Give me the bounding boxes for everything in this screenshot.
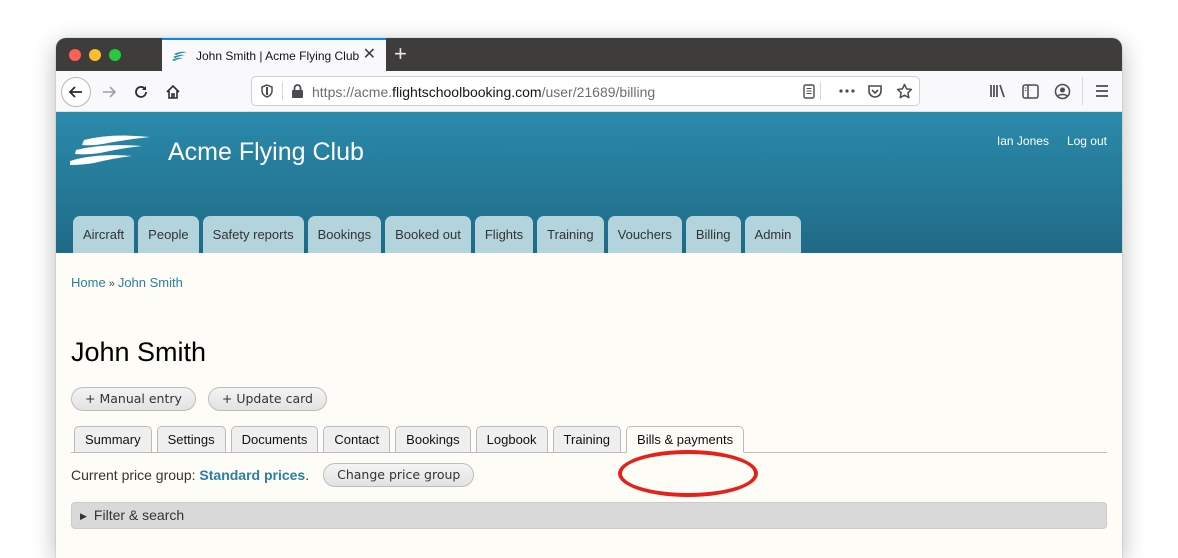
filter-search-label: Filter & search <box>93 507 185 523</box>
toolbar-divider <box>1082 77 1083 105</box>
zoom-window-button[interactable] <box>109 49 121 61</box>
url-text[interactable]: https://acme.flightschoolbooking.com/use… <box>312 84 655 100</box>
main-navigation: Aircraft People Safety reports Bookings … <box>73 216 802 253</box>
filter-search-toggle[interactable]: ▶ Filter & search <box>71 502 1107 529</box>
minimize-window-button[interactable] <box>89 49 101 61</box>
browser-window: John Smith | Acme Flying Club ✕ + https:… <box>56 38 1122 558</box>
more-actions-icon[interactable] <box>838 82 856 100</box>
site-title[interactable]: Acme Flying Club <box>168 138 364 167</box>
change-price-group-button[interactable]: Change price group <box>323 463 475 487</box>
price-group-label: Current price group: <box>71 467 196 483</box>
pocket-icon[interactable] <box>866 82 884 100</box>
back-button[interactable] <box>61 77 91 107</box>
subtab-documents[interactable]: Documents <box>230 426 319 452</box>
url-divider <box>820 82 821 100</box>
red-highlight-ellipse <box>618 450 758 497</box>
reload-icon <box>135 86 147 98</box>
page-title: John Smith <box>71 337 207 367</box>
nav-tab-people[interactable]: People <box>138 216 199 253</box>
page-content: Home» John Smith John Smith + Manual entr… <box>56 253 1122 558</box>
subtab-contact[interactable]: Contact <box>323 426 391 452</box>
manual-entry-button[interactable]: + Manual entry <box>71 387 196 411</box>
browser-toolbar: https://acme.flightschoolbooking.com/use… <box>56 71 1122 112</box>
site-favicon-icon <box>172 51 187 61</box>
forward-button[interactable] <box>94 77 124 107</box>
forward-arrow-icon <box>103 86 117 98</box>
nav-tab-admin[interactable]: Admin <box>744 216 802 253</box>
subtab-bills-payments[interactable]: Bills & payments <box>626 426 745 453</box>
nav-tab-bookings[interactable]: Bookings <box>307 216 382 253</box>
reader-view-icon[interactable] <box>800 82 818 100</box>
nav-tab-flights[interactable]: Flights <box>474 216 534 253</box>
breadcrumb-home-link[interactable]: Home <box>71 275 106 290</box>
url-path: /user/21689/billing <box>541 84 656 100</box>
action-buttons: + Manual entry + Update card <box>71 387 327 411</box>
hamburger-menu-icon[interactable] <box>1092 81 1112 101</box>
url-host: flightschoolbooking.com <box>392 84 542 100</box>
reload-button[interactable] <box>126 77 156 107</box>
club-logo-icon[interactable] <box>70 134 152 166</box>
subtab-summary[interactable]: Summary <box>74 426 152 452</box>
library-icon[interactable] <box>988 81 1008 101</box>
subtab-logbook[interactable]: Logbook <box>475 426 548 452</box>
subtab-settings[interactable]: Settings <box>156 426 226 452</box>
site-header: Acme Flying Club Ian Jones Log out Aircr… <box>56 112 1122 253</box>
user-subtabs: Summary Settings Documents Contact Booki… <box>71 425 1107 453</box>
nav-tab-training[interactable]: Training <box>537 216 604 253</box>
bookmark-star-icon[interactable] <box>895 82 913 100</box>
subtab-bookings[interactable]: Bookings <box>395 426 471 452</box>
home-button[interactable] <box>158 77 188 107</box>
user-links: Ian Jones Log out <box>997 134 1107 148</box>
lock-icon[interactable] <box>288 82 306 100</box>
breadcrumb: Home» John Smith <box>71 275 183 290</box>
breadcrumb-current-link[interactable]: John Smith <box>118 275 183 290</box>
tab-title: John Smith | Acme Flying Club <box>196 48 360 63</box>
browser-tab-strip: John Smith | Acme Flying Club ✕ + <box>56 38 1122 71</box>
nav-tab-aircraft[interactable]: Aircraft <box>73 216 135 253</box>
browser-tab[interactable]: John Smith | Acme Flying Club ✕ <box>162 38 386 71</box>
url-scheme: https://acme. <box>312 84 393 100</box>
account-icon[interactable] <box>1052 81 1072 101</box>
subtab-training[interactable]: Training <box>552 426 622 452</box>
breadcrumb-separator: » <box>108 278 115 290</box>
nav-tab-booked-out[interactable]: Booked out <box>385 216 471 253</box>
price-group-row: Current price group: Standard prices. Ch… <box>71 463 475 487</box>
url-bar[interactable]: https://acme.flightschoolbooking.com/use… <box>251 76 920 106</box>
price-group-suffix: . <box>305 467 310 483</box>
update-card-button[interactable]: + Update card <box>207 387 327 411</box>
home-icon <box>166 84 180 99</box>
expand-triangle-icon: ▶ <box>80 511 87 521</box>
price-group-link[interactable]: Standard prices <box>199 467 305 483</box>
close-window-button[interactable] <box>69 49 81 61</box>
close-tab-icon[interactable]: ✕ <box>363 46 376 64</box>
back-arrow-icon <box>68 86 82 98</box>
nav-tab-vouchers[interactable]: Vouchers <box>607 216 682 253</box>
url-divider <box>282 82 283 100</box>
new-tab-button[interactable]: + <box>394 41 407 67</box>
nav-tab-billing[interactable]: Billing <box>685 216 741 253</box>
user-profile-link[interactable]: Ian Jones <box>997 134 1049 148</box>
nav-tab-safety-reports[interactable]: Safety reports <box>202 216 304 253</box>
logout-link[interactable]: Log out <box>1067 134 1107 148</box>
sidebar-toggle-icon[interactable] <box>1020 81 1040 101</box>
tracking-protection-shield-icon[interactable] <box>258 82 276 100</box>
